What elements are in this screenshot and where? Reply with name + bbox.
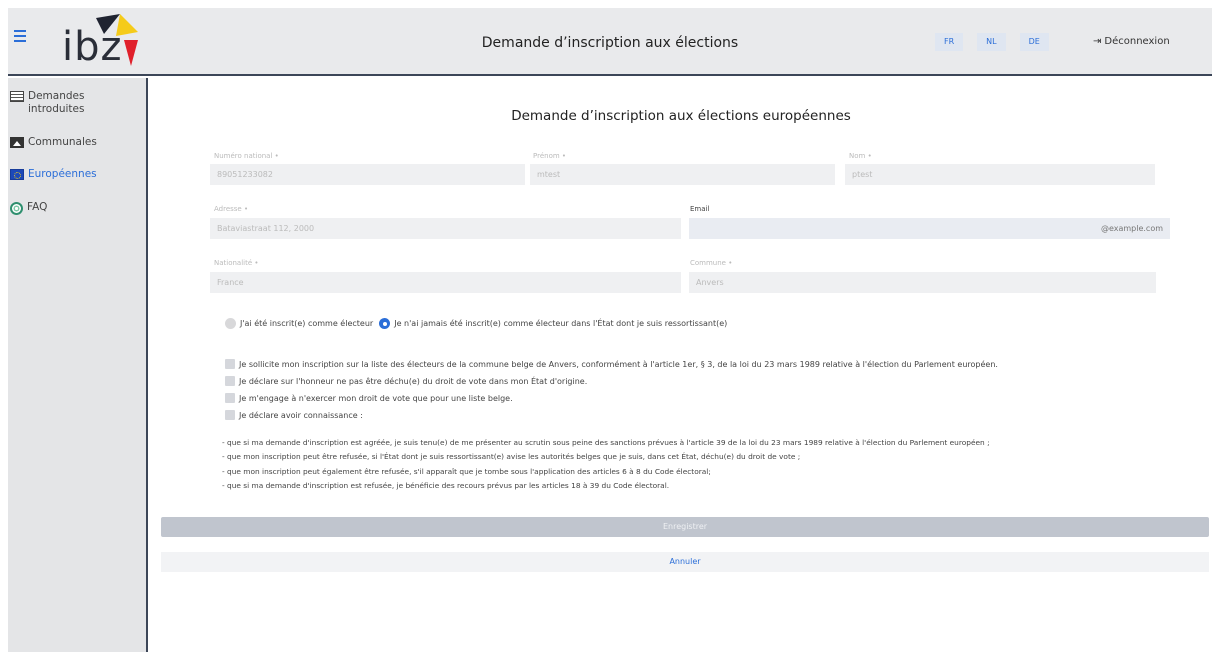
sidebar-item-label: FAQ (27, 201, 48, 213)
last-name-label: Nom • (849, 152, 872, 160)
declaration-bullet: - que mon inscription peut être refusée,… (222, 452, 801, 461)
checkbox-label: Je m'engage à n'exercer mon droit de vot… (239, 393, 513, 403)
declaration-bullet: - que si ma demande d'inscription est re… (222, 481, 670, 490)
nationality-field[interactable] (210, 272, 681, 293)
form-title: Demande d’inscription aux élections euro… (511, 108, 851, 124)
national-number-label: Numéro national • (214, 152, 279, 160)
municipality-label: Commune • (690, 259, 733, 267)
checkbox-row: Je m'engage à n'exercer mon droit de vot… (225, 393, 513, 403)
sidebar-item-europeennes[interactable]: Européennes (10, 168, 97, 180)
save-button[interactable]: Enregistrer (161, 517, 1209, 537)
declaration-bullet: - que si ma demande d'inscription est ag… (222, 438, 990, 447)
checkbox-row: Je déclare avoir connaissance : (225, 410, 363, 420)
first-name-field[interactable] (530, 164, 835, 185)
registration-status-radio-group: J'ai été inscrit(e) comme électeur Je n'… (225, 318, 727, 329)
main-content: Demande d’inscription aux élections euro… (150, 78, 1212, 652)
sidebar-item-communales[interactable]: Communales (10, 136, 97, 148)
address-field[interactable] (210, 218, 681, 239)
checkbox-label: Je déclare avoir connaissance : (239, 410, 363, 420)
consent-checkbox-4[interactable] (225, 410, 235, 420)
radio-never-registered[interactable] (379, 318, 391, 329)
checkbox-row: Je sollicite mon inscription sur la list… (225, 359, 998, 369)
checkbox-row: Je déclare sur l'honneur ne pas être déc… (225, 376, 587, 386)
consent-checkbox-2[interactable] (225, 376, 235, 386)
email-field[interactable] (689, 218, 1170, 239)
address-label: Adresse • (214, 205, 249, 213)
sidebar: Demandes introduites Communales Européenn… (8, 78, 148, 652)
sidebar-item-label: Demandes (28, 90, 85, 102)
lang-fr-button[interactable]: FR (935, 33, 964, 51)
documents-icon (10, 91, 24, 102)
sidebar-item-faq[interactable]: FAQ (10, 201, 47, 215)
last-name-field[interactable] (845, 164, 1155, 185)
eu-flag-icon (10, 169, 24, 180)
lang-de-button[interactable]: DE (1019, 33, 1049, 51)
checkbox-label: Je sollicite mon inscription sur la list… (239, 359, 998, 369)
radio-already-registered[interactable] (225, 318, 236, 329)
image-icon (10, 137, 24, 148)
sidebar-item-label: Européennes (28, 168, 97, 180)
municipality-field[interactable] (689, 272, 1156, 293)
sidebar-item-label: Communales (28, 136, 97, 148)
radio-label: Je n'ai jamais été inscrit(e) comme élec… (394, 319, 728, 328)
first-name-label: Prénom • (533, 152, 567, 160)
logout-icon: ⇥ (1093, 36, 1102, 47)
logout-button[interactable]: ⇥ Déconnexion (1093, 36, 1170, 47)
faq-icon (10, 202, 23, 215)
national-number-field[interactable] (210, 164, 525, 185)
email-label: Email (690, 205, 710, 213)
lang-nl-button[interactable]: NL (977, 33, 1006, 51)
consent-checkbox-1[interactable] (225, 359, 235, 369)
consent-checkbox-3[interactable] (225, 393, 235, 403)
nationality-label: Nationalité • (214, 259, 259, 267)
declaration-bullet: - que mon inscription peut également êtr… (222, 467, 711, 476)
checkbox-label: Je déclare sur l'honneur ne pas être déc… (239, 376, 588, 386)
language-switcher: FR NL DE (935, 33, 1049, 51)
radio-label: J'ai été inscrit(e) comme électeur (240, 319, 374, 328)
sidebar-item-label: introduites (28, 103, 85, 115)
sidebar-item-demandes[interactable]: Demandes introduites (10, 90, 84, 116)
cancel-button[interactable]: Annuler (161, 552, 1209, 572)
logout-label: Déconnexion (1104, 36, 1170, 47)
app-header: ibz Demande d’inscription aux élections … (8, 8, 1212, 76)
